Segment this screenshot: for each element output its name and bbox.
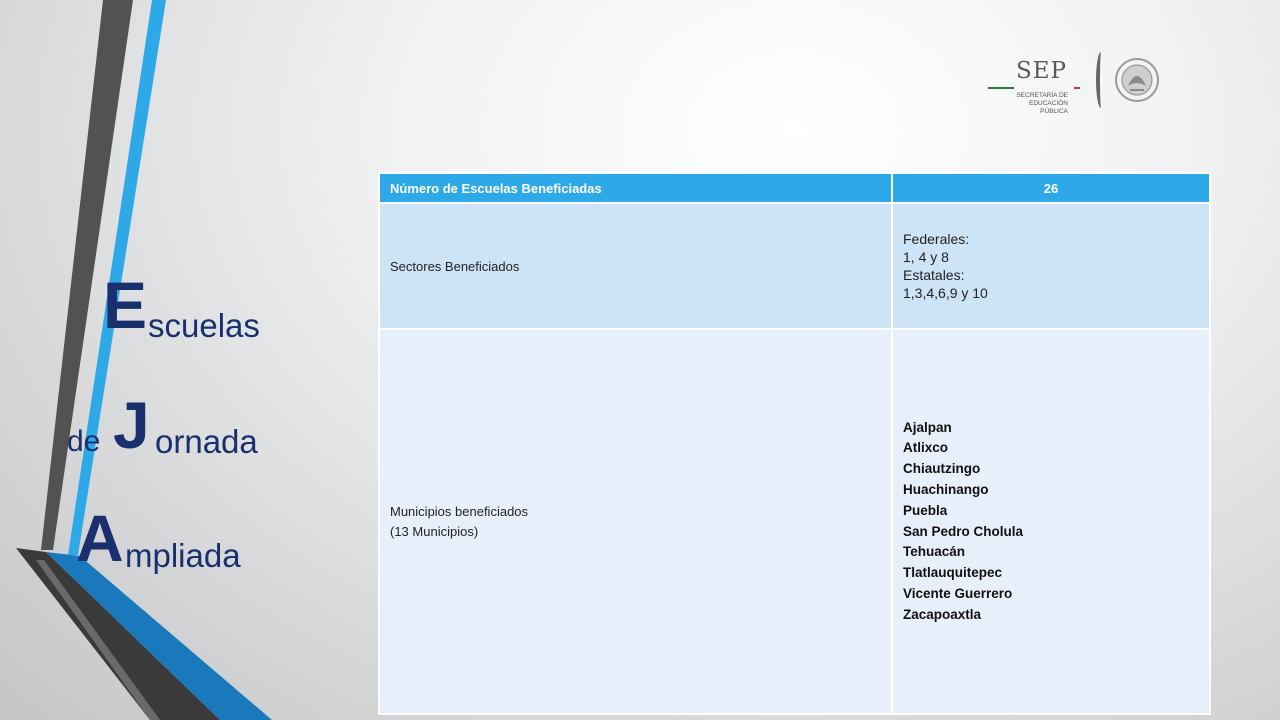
title-word-ornada: ornada [155,423,258,460]
title-word-mpliada: mpliada [125,537,241,574]
municipalities-label-cell: Municipios beneficiados (13 Municipios) [378,328,893,715]
municipalities-label: Municipios beneficiados [390,503,529,519]
sep-logo-text: SEP [1016,58,1068,84]
sectors-line: 1, 4 y 8 [903,249,949,265]
national-seal-icon [1115,58,1159,102]
list-item: Vicente Guerrero [903,585,1013,601]
list-item: Ajalpan [903,419,952,435]
title-word-escuelas: scuelas [148,307,260,344]
list-item: San Pedro Cholula [903,523,1024,539]
schools-table: Número de Escuelas Beneficiadas 26 Secto… [378,172,1211,715]
table-row-sectors: Sectores Beneficiados Federales: 1, 4 y … [378,202,1211,330]
title-initial-a: A [76,501,124,575]
municipalities-count: (13 Municipios) [390,523,479,539]
municipalities-list-cell: Ajalpan Atlixco Chiautzingo Huachinango … [891,328,1211,715]
header-label: Número de Escuelas Beneficiadas [378,172,893,204]
municipalities-list: Ajalpan Atlixco Chiautzingo Huachinango … [903,418,1199,626]
sectors-line: 1,3,4,6,9 y 10 [903,285,988,301]
table-row-municipalities: Municipios beneficiados (13 Municipios) … [378,328,1211,715]
sectors-values: Federales: 1, 4 y 8 Estatales: 1,3,4,6,9… [891,202,1211,330]
table-header-row: Número de Escuelas Beneficiadas 26 [378,172,1211,204]
sep-logo-red-line [1074,87,1080,89]
list-item: Zacapoaxtla [903,606,982,622]
sep-logo-subtitle: SECRETARÍA DE EDUCACIÓN PÚBLICA [1000,92,1068,116]
sep-logo-green-line [988,87,1014,89]
list-item: Tlatlauquitepec [903,565,1003,581]
list-item: Chiautzingo [903,461,981,477]
logo-divider [1096,52,1106,108]
list-item: Huachinango [903,481,989,497]
header-value: 26 [891,172,1211,204]
list-item: Puebla [903,502,948,518]
sep-logo-subtitle-line1: SECRETARÍA DE [1016,92,1068,99]
sectors-line: Federales: [903,231,970,247]
list-item: Atlixco [903,440,949,456]
sectors-line: Estatales: [903,267,965,283]
title-initial-j: J [113,388,150,462]
title-word-de: de [67,425,101,458]
sep-logo-subtitle-line2: EDUCACIÓN PÚBLICA [1028,100,1068,115]
sectors-label: Sectores Beneficiados [378,202,893,330]
title-initial-e: E [103,268,148,342]
list-item: Tehuacán [903,544,966,560]
